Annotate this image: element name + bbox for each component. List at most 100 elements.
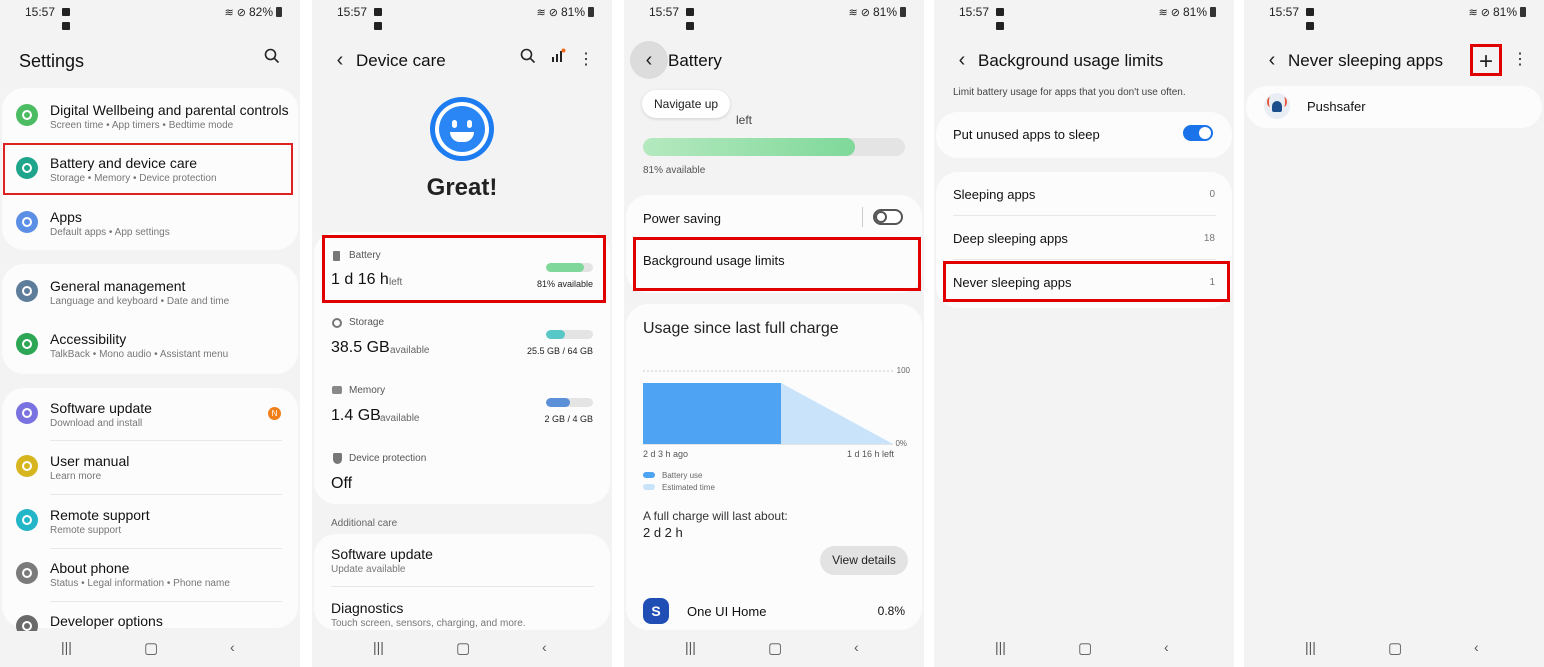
settings-item-software-update[interactable]: Software update Download and install N: [0, 394, 300, 438]
highlight-never-sleeping-apps: [943, 261, 1230, 302]
settings-screen: 15:57 ≋ ⊘ 82% Settings Digital Wellbeing…: [0, 0, 300, 667]
notification-icons: [686, 5, 708, 30]
search-icon[interactable]: [260, 48, 284, 72]
home-icon[interactable]: ▢: [768, 639, 782, 657]
full-charge-label: A full charge will last about:: [643, 509, 788, 523]
recents-icon[interactable]: |||: [1305, 639, 1316, 655]
plus-icon[interactable]: +: [1470, 44, 1502, 76]
wellbeing-icon: [16, 104, 38, 126]
settings-item-accessibility[interactable]: Accessibility TalkBack • Mono audio • As…: [0, 325, 300, 369]
accessibility-icon: [16, 333, 38, 355]
recents-icon[interactable]: |||: [373, 639, 384, 655]
deep-sleeping-apps-row[interactable]: Deep sleeping apps 18: [934, 224, 1234, 258]
legend-estimated-label: Estimated time: [662, 483, 715, 492]
header: ‹ Background usage limits: [934, 40, 1234, 80]
recents-icon[interactable]: |||: [685, 639, 696, 655]
more-options-icon[interactable]: ⋮: [574, 48, 598, 72]
page-title: Background usage limits: [978, 51, 1164, 70]
storage-row[interactable]: Storage 38.5 GB available 25.5 GB / 64 G…: [312, 310, 612, 366]
usage-title: Usage since last full charge: [643, 320, 839, 337]
wifi-icon: ≋: [224, 6, 234, 19]
battery-percent: 81%: [1492, 5, 1517, 19]
back-nav-icon[interactable]: ‹: [230, 639, 235, 655]
sleeping-apps-row[interactable]: Sleeping apps 0: [934, 180, 1234, 214]
back-nav-icon[interactable]: ‹: [542, 639, 547, 655]
power-saving-toggle[interactable]: [873, 209, 903, 225]
back-nav-icon[interactable]: ‹: [1474, 639, 1479, 655]
battery-level-fill: [643, 138, 856, 156]
battery-icon: [276, 7, 282, 17]
additional-care-label: Additional care: [331, 518, 398, 529]
wifi-icon: ≋: [1468, 6, 1478, 19]
sliders-icon: [16, 280, 38, 302]
shield-icon: [333, 453, 342, 464]
stats-icon[interactable]: [546, 48, 570, 72]
memory-bar: [546, 398, 593, 407]
back-nav-icon[interactable]: ‹: [854, 639, 859, 655]
wifi-icon: ≋: [536, 6, 546, 19]
background-usage-limits-screen: 15:57 ≋ ⊘ 81% ‹ Background usage limits …: [934, 0, 1234, 667]
wifi-icon: ≋: [848, 6, 858, 19]
view-details-button[interactable]: View details: [820, 546, 908, 575]
back-icon[interactable]: ‹: [326, 46, 354, 74]
memory-row[interactable]: Memory 1.4 GB available 2 GB / 4 GB: [312, 378, 612, 434]
device-care-screen: 15:57 ≋ ⊘ 81% ‹ Device care ⋮ Great! Bat…: [312, 0, 612, 667]
divider: [50, 440, 282, 441]
back-nav-icon[interactable]: ‹: [1164, 639, 1169, 655]
settings-item-about-phone[interactable]: About phone Status • Legal information •…: [0, 554, 300, 598]
manual-icon: [16, 455, 38, 477]
memory-bar-fill: [546, 398, 570, 407]
header: Settings: [0, 40, 300, 80]
settings-item-user-manual[interactable]: User manual Learn more: [0, 447, 300, 491]
home-icon[interactable]: ▢: [456, 639, 470, 657]
nav-bar: ||| ▢ ‹: [312, 627, 612, 667]
status-bar: 15:57 ≋ ⊘ 81%: [624, 0, 924, 30]
navigate-up-tooltip: Navigate up: [642, 90, 731, 118]
app-usage-row[interactable]: S One UI Home 0.8%: [624, 596, 924, 626]
settings-item-digital-wellbeing[interactable]: Digital Wellbeing and parental controls …: [0, 96, 300, 140]
device-status-text: Great!: [426, 174, 498, 201]
back-icon[interactable]: ‹: [948, 46, 976, 74]
header: ‹ Battery: [624, 40, 924, 80]
settings-item-remote-support[interactable]: Remote support Remote support: [0, 501, 300, 545]
nav-bar: ||| ▢ ‹: [624, 627, 924, 667]
more-options-icon[interactable]: ⋮: [1508, 48, 1532, 72]
recents-icon[interactable]: |||: [995, 639, 1006, 655]
divider: [331, 586, 594, 587]
app-list-item[interactable]: Pushsafer: [1244, 90, 1544, 124]
info-icon: [16, 562, 38, 584]
storage-bar: [546, 330, 593, 339]
battery-left-label: left: [736, 113, 753, 127]
nav-bar: ||| ▢ ‹: [934, 627, 1234, 667]
divider: [50, 601, 282, 602]
one-ui-home-icon: S: [643, 598, 669, 624]
home-icon[interactable]: ▢: [1078, 639, 1092, 657]
chart-axis-top: 100: [896, 366, 910, 375]
search-icon[interactable]: [516, 48, 540, 72]
settings-item-general-management[interactable]: General management Language and keyboard…: [0, 272, 300, 316]
battery-available-text: 81% available: [643, 165, 706, 176]
notification-icons: [996, 5, 1018, 30]
dnd-icon: ⊘: [1170, 6, 1180, 19]
device-protection-row[interactable]: Device protection Off: [312, 446, 612, 498]
chart-axis-bottom: 0%: [895, 439, 907, 448]
software-update-row[interactable]: Software update Update available: [312, 540, 612, 580]
headset-icon: [16, 509, 38, 531]
put-unused-apps-row[interactable]: Put unused apps to sleep: [934, 118, 1234, 152]
status-time: 15:57: [337, 5, 368, 19]
description-text: Limit battery usage for apps that you do…: [953, 87, 1186, 98]
home-icon[interactable]: ▢: [1388, 639, 1402, 657]
status-bar: 15:57 ≋ ⊘ 82%: [0, 0, 300, 30]
nav-bar: ||| ▢ ‹: [0, 627, 300, 667]
battery-icon: [588, 7, 594, 17]
recents-icon[interactable]: |||: [61, 639, 72, 655]
settings-item-apps[interactable]: Apps Default apps • App settings: [0, 203, 300, 247]
home-icon[interactable]: ▢: [144, 639, 158, 657]
put-unused-toggle[interactable]: [1183, 125, 1213, 141]
battery-icon: [1210, 7, 1216, 17]
back-icon[interactable]: ‹: [630, 41, 668, 79]
back-icon[interactable]: ‹: [1258, 46, 1286, 74]
power-saving-row[interactable]: Power saving: [624, 203, 924, 233]
divider: [953, 215, 1216, 216]
battery-screen: 15:57 ≋ ⊘ 81% ‹ Battery left Navigate up…: [624, 0, 924, 667]
